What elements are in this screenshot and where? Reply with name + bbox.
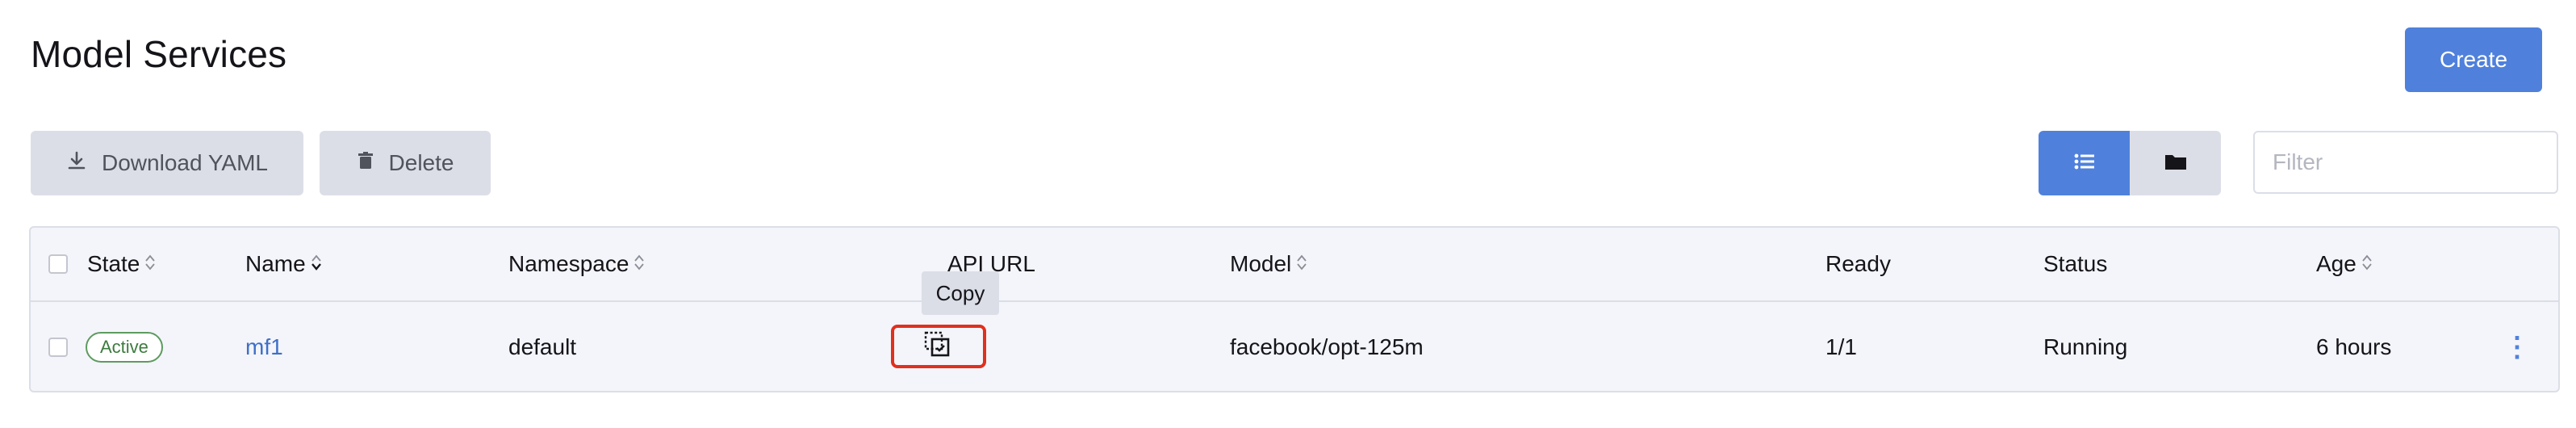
trash-icon (357, 150, 374, 176)
model-services-table: State Name Namespace API URL Model Ready… (29, 226, 2560, 392)
folder-view-icon (2164, 153, 2187, 174)
folder-view-button[interactable] (2130, 131, 2221, 195)
download-yaml-label: Download YAML (102, 150, 268, 175)
column-header-status: Status (2043, 251, 2108, 276)
copy-tooltip: Copy (922, 271, 999, 315)
column-header-ready: Ready (1825, 251, 1891, 276)
column-header-model[interactable]: Model (1230, 228, 1307, 300)
list-view-button[interactable] (2039, 131, 2130, 195)
create-button[interactable]: Create (2405, 27, 2542, 92)
column-header-age[interactable]: Age (2316, 228, 2373, 300)
row-checkbox[interactable] (48, 302, 68, 392)
row-actions-kebab-icon[interactable]: ⋮ (2503, 302, 2531, 392)
sort-icon (634, 251, 645, 277)
sort-icon (1296, 251, 1307, 277)
column-header-namespace[interactable]: Namespace (508, 228, 645, 300)
column-header-name[interactable]: Name (245, 228, 322, 300)
copy-api-url-button[interactable] (891, 325, 986, 368)
delete-label: Delete (388, 150, 454, 175)
sort-icon (144, 251, 156, 277)
name-cell: mf1 (245, 302, 283, 392)
model-cell: facebook/opt-125m (1230, 334, 1424, 359)
sort-icon (2361, 251, 2373, 277)
ready-cell: 1/1 (1825, 334, 1857, 359)
status-badge: Active (86, 332, 163, 363)
download-icon (66, 150, 87, 177)
table-row: Active mf1 default facebook/opt-125m 1/1… (31, 302, 2558, 392)
namespace-cell: default (508, 334, 577, 359)
select-all-checkbox[interactable] (48, 228, 68, 300)
list-view-icon (2074, 153, 2095, 174)
download-yaml-button[interactable]: Download YAML (31, 131, 303, 195)
state-cell: Active (86, 302, 163, 392)
status-cell: Running (2043, 334, 2128, 359)
view-toggle (2039, 131, 2221, 195)
filter-input[interactable] (2253, 131, 2558, 194)
copy-icon (924, 331, 953, 363)
age-cell: 6 hours (2316, 334, 2392, 359)
delete-button[interactable]: Delete (320, 131, 491, 195)
page-title: Model Services (31, 33, 287, 75)
sort-descending-icon (311, 251, 322, 277)
table-header: State Name Namespace API URL Model Ready… (31, 228, 2558, 302)
column-header-state[interactable]: State (87, 228, 156, 300)
service-name-link[interactable]: mf1 (245, 334, 283, 360)
